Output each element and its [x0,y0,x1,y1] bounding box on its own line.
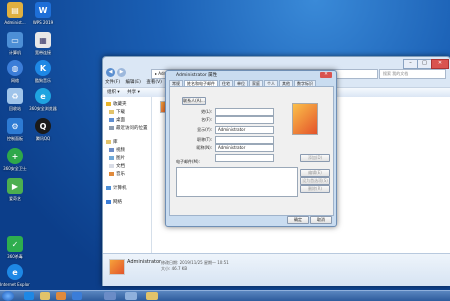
navigation-pane: 收藏夹 下载 桌面 最近访问的位置 库 视频 图片 文档 音乐 计算机 网络 [103,97,152,253]
desktop-icon-qq[interactable]: Q 腾讯QQ [28,118,58,142]
broadband-icon: ▦ [35,32,51,48]
details-thumbnail-icon [109,259,125,275]
last-name-input[interactable] [215,108,274,116]
contacts-button[interactable]: 联系人(A)... [182,97,206,105]
given-name-input[interactable] [215,116,274,124]
desktop-icon-kugou[interactable]: K 酷狗音乐 [28,60,58,84]
taskbar [0,290,450,301]
computer-icon: ▭ [7,32,23,48]
add-email-button[interactable]: 添加(D) [300,154,330,162]
libraries-icon [106,139,111,144]
antivirus-icon: ✓ [7,236,23,252]
contact-photo[interactable] [292,103,318,135]
desktop-icon-ie[interactable]: eInternet Explorer [0,264,30,287]
star-icon [106,101,111,106]
minimize-button[interactable]: – [403,59,418,69]
desktop-icon-iqiyi[interactable]: ▶ 爱奇艺 [0,178,30,202]
share-button[interactable]: 共享 ▾ [127,90,140,95]
details-name: Administrator [127,259,162,265]
details-pane: Administrator 修改日期: 2019/11/25 星期一 10:51… [103,253,450,286]
maximize-button[interactable]: □ [417,59,432,69]
close-button[interactable]: ✕ [431,59,449,69]
taskbar-media-icon[interactable] [56,292,66,300]
ie-icon: e [7,264,23,280]
dialog-close-button[interactable]: ✕ [320,72,332,78]
download-folder-icon [109,109,114,114]
network-icon [106,199,111,204]
taskbar-app2-icon[interactable] [104,292,116,300]
computer-icon [106,185,111,190]
remove-email-button[interactable]: 删除(R) [300,185,330,193]
nav-favorites[interactable]: 收藏夹 [106,101,127,107]
nav-libraries[interactable]: 库 [106,139,118,145]
email-label: 电子邮件(M): [176,159,200,164]
search-input[interactable]: 搜索 我的文档 [379,69,446,79]
videos-icon [109,147,114,152]
menu-view[interactable]: 查看(V) [146,80,162,85]
taskbar-app4-icon[interactable] [146,292,158,300]
desktop-icon-360-antivirus[interactable]: ✓ 360杀毒 [0,236,30,260]
nav-downloads[interactable]: 下载 [109,109,125,115]
music-icon [109,171,114,176]
nav-music[interactable]: 音乐 [109,171,125,177]
properties-dialog: Administrator 属性 ✕ 常规 姓名和电子邮件 住宅 单位 家庭 个人 其他 数字… [165,70,337,227]
wps-office-icon: W [35,2,51,18]
security-guard-icon: + [7,148,23,164]
nav-documents[interactable]: 文档 [109,163,125,169]
desktop-icon-broadband[interactable]: ▦ 宽带连接 [28,32,58,56]
job-title-input[interactable] [215,136,274,144]
nav-desktop[interactable]: 桌面 [109,117,125,123]
dialog-body: 联系人(A)... 姓(L): 名(F): 显示(Y): Administrat… [169,86,334,216]
dialog-title: Administrator 属性 [176,73,218,78]
taskbar-app-icon[interactable] [72,292,82,300]
desktop-icon-control-panel[interactable]: ⚙ 控制面板 [0,118,30,142]
ok-button[interactable]: 确定 [287,216,309,224]
user-folder-icon: ▤ [7,2,23,18]
display-name-input[interactable]: Administrator [215,126,274,134]
email-input[interactable] [215,154,274,162]
details-size: 大小: 46.7 KB [161,266,188,271]
back-button[interactable]: ◀ [106,68,115,77]
desktop-icon-administrator[interactable]: ▤ Administ... [0,2,30,25]
qq-icon: Q [35,118,51,134]
recent-places-icon [109,125,114,130]
control-panel-icon: ⚙ [7,118,23,134]
nav-recent-places[interactable]: 最近访问的位置 [109,125,148,131]
network-icon: ◍ [7,60,23,76]
desktop-icon-360-guard[interactable]: +360安全卫士 [0,148,30,172]
nav-videos[interactable]: 视频 [109,147,125,153]
menu-edit[interactable]: 编辑(E) [126,80,141,85]
desktop-icon-computer[interactable]: ▭ 计算机 [0,32,30,56]
browser-icon: e [35,88,51,104]
cancel-button[interactable]: 取消 [310,216,332,224]
menu-file[interactable]: 文件(F) [105,80,120,85]
iqiyi-icon: ▶ [7,178,23,194]
desktop-icon-recycle-bin[interactable]: ♻ 回收站 [0,88,30,112]
set-preferred-button[interactable]: 设为首选项(S) [300,177,330,185]
recycle-bin-icon: ♻ [7,88,23,104]
desktop-icon-wps[interactable]: W WPS 2019 [28,2,58,25]
forward-button[interactable]: ▶ [117,68,126,77]
organize-button[interactable]: 组织 ▾ [107,90,120,95]
last-name-label: 姓(L): [201,109,212,114]
taskbar-explorer-icon[interactable] [40,292,50,300]
pictures-icon [109,155,114,160]
kugou-icon: K [35,60,51,76]
taskbar-ie-icon[interactable] [24,292,34,300]
desktop-icon-network[interactable]: ◍ 网络 [0,60,30,84]
nav-network[interactable]: 网络 [106,199,122,205]
nickname-select[interactable]: Administrator [215,144,274,152]
nav-pictures[interactable]: 图片 [109,155,125,161]
nav-computer[interactable]: 计算机 [106,185,127,191]
email-list[interactable] [176,167,298,197]
given-name-label: 名(F): [201,117,212,122]
documents-icon [109,163,114,168]
desktop-folder-icon [109,117,114,122]
display-label: 显示(Y): [197,127,212,132]
edit-email-button[interactable]: 编辑(E) [300,169,330,177]
taskbar-app3-icon[interactable] [125,292,137,300]
desktop-icon-browser[interactable]: e 360安全浏览器 [28,88,58,112]
nickname-label: 昵称(N): [196,145,212,150]
job-title-label: 职称(T): [197,137,212,142]
